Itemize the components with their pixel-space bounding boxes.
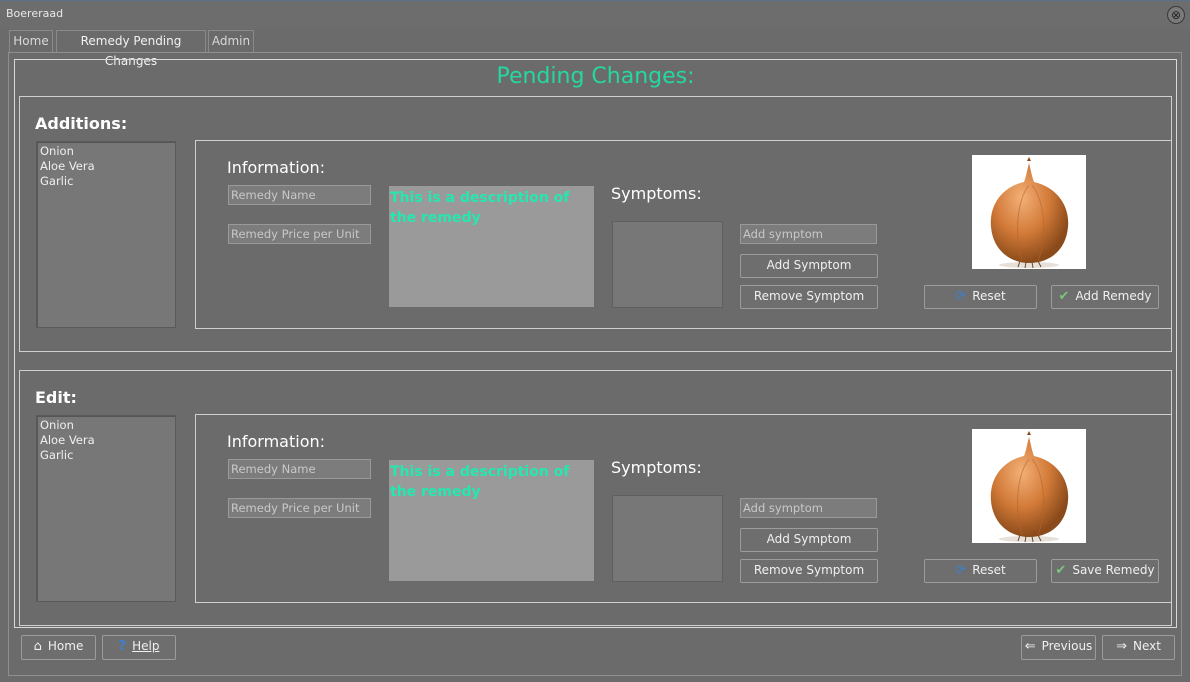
onion-image [972,429,1086,543]
additions-symptoms-label: Symptoms: [611,184,702,203]
help-button[interactable]: ? Help [102,635,176,660]
list-item[interactable]: Onion [40,418,74,432]
refresh-icon: ⟳ [955,563,967,578]
edit-remedy-price-input[interactable]: Remedy Price per Unit [228,498,371,518]
additions-remove-symptom-button[interactable]: Remove Symptom [740,285,878,309]
checkmark-icon: ✔ [1055,563,1067,578]
edit-symptoms-label: Symptoms: [611,458,702,477]
save-remedy-label: Save Remedy [1072,563,1155,577]
additions-remedy-price-input[interactable]: Remedy Price per Unit [228,224,371,244]
edit-remove-symptom-button[interactable]: Remove Symptom [740,559,878,583]
edit-symptoms-list[interactable] [612,495,723,582]
home-label: Home [47,639,84,653]
refresh-icon: ⟳ [955,289,967,304]
close-icon[interactable]: ⊗ [1167,6,1185,24]
help-icon: ? [118,639,127,654]
checkmark-icon: ✔ [1058,289,1070,304]
tab-home[interactable]: Home [9,30,53,52]
list-item[interactable]: Garlic [40,448,73,462]
add-remedy-button[interactable]: ✔ Add Remedy [1051,285,1159,309]
next-label: Next [1132,639,1161,653]
tab-remedy-pending-changes[interactable]: Remedy Pending Changes [56,30,206,68]
page-title: Pending Changes: [496,64,695,89]
arrow-left-icon: ⇐ [1024,639,1036,654]
previous-button[interactable]: ⇐ Previous [1021,635,1096,660]
reset-label: Reset [972,563,1006,577]
list-item[interactable]: Onion [40,144,74,158]
list-item[interactable]: Garlic [40,174,73,188]
additions-add-symptom-button[interactable]: Add Symptom [740,254,878,278]
additions-remedy-name-input[interactable]: Remedy Name [228,185,371,205]
home-button[interactable]: ⌂ Home [21,635,96,660]
additions-reset-button[interactable]: ⟳ Reset [924,285,1037,309]
reset-label: Reset [972,289,1006,303]
edit-add-symptom-input[interactable]: Add symptom [740,498,877,518]
add-remedy-label: Add Remedy [1075,289,1152,303]
additions-label: Additions: [35,114,128,133]
list-item[interactable]: Aloe Vera [40,433,95,447]
window-title: Boereraad [6,7,64,20]
save-remedy-button[interactable]: ✔ Save Remedy [1051,559,1159,583]
additions-add-symptom-input[interactable]: Add symptom [740,224,877,244]
tab-admin[interactable]: Admin [208,30,254,52]
next-button[interactable]: ⇒ Next [1102,635,1175,660]
help-label: Help [132,639,160,653]
additions-description-textarea[interactable]: This is a description of the remedy [388,185,595,308]
edit-label: Edit: [35,388,77,407]
edit-reset-button[interactable]: ⟳ Reset [924,559,1037,583]
additions-symptoms-list[interactable] [612,221,723,308]
title-bar [0,0,1190,29]
edit-description-textarea[interactable]: This is a description of the remedy [388,459,595,582]
edit-add-symptom-button[interactable]: Add Symptom [740,528,878,552]
arrow-right-icon: ⇒ [1116,639,1127,654]
edit-remedy-name-input[interactable]: Remedy Name [228,459,371,479]
previous-label: Previous [1041,639,1093,653]
home-icon: ⌂ [33,639,42,654]
additions-information-label: Information: [227,158,326,177]
edit-information-label: Information: [227,432,326,451]
edit-list[interactable]: Onion Aloe Vera Garlic [36,415,176,602]
list-item[interactable]: Aloe Vera [40,159,95,173]
additions-list[interactable]: Onion Aloe Vera Garlic [36,141,176,328]
onion-image [972,155,1086,269]
